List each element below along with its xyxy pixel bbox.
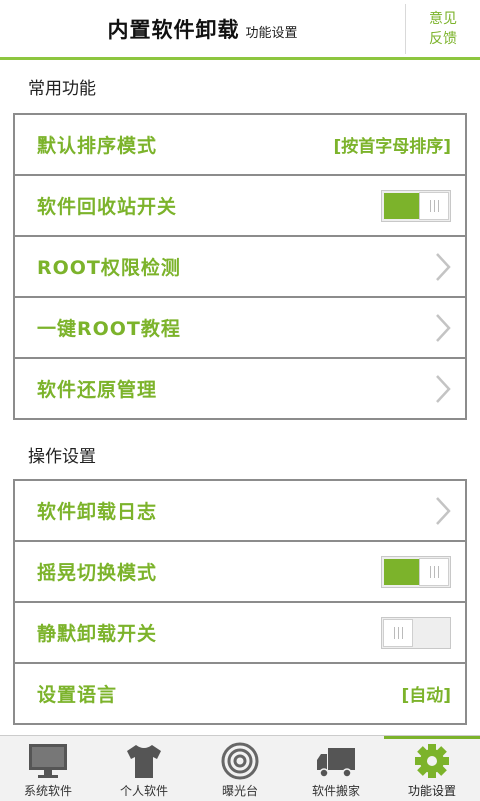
sort-mode-value: [按首字母排序]	[333, 137, 451, 157]
toggle-fill	[384, 192, 420, 219]
sort-mode-row[interactable]: 默认排序模式 [按首字母排序]	[15, 115, 465, 174]
tab-label: 个人软件	[119, 784, 168, 798]
toggle-fill	[384, 558, 420, 585]
tab-label: 系统软件	[23, 784, 72, 798]
toggle-knob	[419, 557, 449, 586]
silent-uninstall-row[interactable]: 静默卸载开关	[15, 601, 465, 662]
language-label: 设置语言	[37, 684, 118, 706]
feedback-line2: 反馈	[429, 31, 457, 47]
feedback-button[interactable]: 意见 反馈	[406, 4, 480, 54]
common-settings-group: 默认排序模式 [按首字母排序] 软件回收站开关 ROOT权限检测 一键ROOT教…	[13, 113, 467, 420]
page-subtitle: 功能设置	[245, 26, 298, 41]
ops-settings-group: 软件卸载日志 摇晃切换模式 静默卸载开关 设置语言 [自动]	[13, 479, 467, 725]
tab-system-apps[interactable]: 系统软件	[0, 736, 96, 801]
shake-mode-row[interactable]: 摇晃切换模式	[15, 540, 465, 601]
header-title-area: 内置软件卸载 功能设置	[0, 0, 405, 57]
chevron-right-icon	[436, 252, 451, 281]
toggle-knob	[383, 618, 413, 647]
tab-move-apps[interactable]: 软件搬家	[288, 736, 384, 801]
tab-label: 曝光台	[221, 784, 258, 798]
feedback-line1: 意见	[429, 11, 457, 27]
language-row[interactable]: 设置语言 [自动]	[15, 662, 465, 723]
silent-uninstall-label: 静默卸载开关	[37, 623, 158, 645]
shake-mode-label: 摇晃切换模式	[37, 562, 158, 584]
language-value: [自动]	[401, 686, 451, 706]
restore-manage-row[interactable]: 软件还原管理	[15, 357, 465, 418]
uninstall-log-label: 软件卸载日志	[37, 501, 158, 523]
grip-icon	[393, 626, 403, 639]
silent-uninstall-toggle[interactable]	[381, 616, 451, 649]
tab-label: 功能设置	[407, 784, 456, 798]
section-title-ops: 操作设置	[28, 447, 96, 467]
tab-label: 软件搬家	[311, 784, 360, 798]
restore-manage-label: 软件还原管理	[37, 379, 158, 401]
tshirt-icon	[127, 745, 161, 778]
recycle-bin-label: 软件回收站开关	[37, 196, 178, 218]
chevron-right-icon	[436, 496, 451, 525]
truck-icon	[317, 748, 355, 778]
section-title-common: 常用功能	[28, 79, 96, 99]
target-icon	[221, 742, 259, 780]
monitor-icon	[29, 744, 67, 778]
gear-icon	[415, 744, 449, 778]
app-title: 内置软件卸载	[107, 17, 240, 42]
shake-mode-toggle[interactable]	[381, 555, 451, 588]
bottom-tab-bar: 系统软件 个人软件 曝光台 软件搬家 功能设置	[0, 735, 480, 801]
root-check-label: ROOT权限检测	[37, 257, 181, 279]
recycle-bin-row[interactable]: 软件回收站开关	[15, 174, 465, 235]
root-check-row[interactable]: ROOT权限检测	[15, 235, 465, 296]
grip-icon	[429, 199, 439, 212]
tab-exposure[interactable]: 曝光台	[192, 736, 288, 801]
chevron-right-icon	[436, 374, 451, 403]
tab-settings[interactable]: 功能设置	[384, 736, 480, 801]
grip-icon	[429, 565, 439, 578]
sort-mode-label: 默认排序模式	[37, 135, 158, 157]
root-tutorial-row[interactable]: 一键ROOT教程	[15, 296, 465, 357]
toggle-knob	[419, 191, 449, 220]
app-header: 内置软件卸载 功能设置 意见 反馈	[0, 0, 480, 60]
tab-personal-apps[interactable]: 个人软件	[96, 736, 192, 801]
chevron-right-icon	[436, 313, 451, 342]
root-tutorial-label: 一键ROOT教程	[37, 318, 181, 340]
recycle-bin-toggle[interactable]	[381, 189, 451, 222]
uninstall-log-row[interactable]: 软件卸载日志	[15, 481, 465, 540]
